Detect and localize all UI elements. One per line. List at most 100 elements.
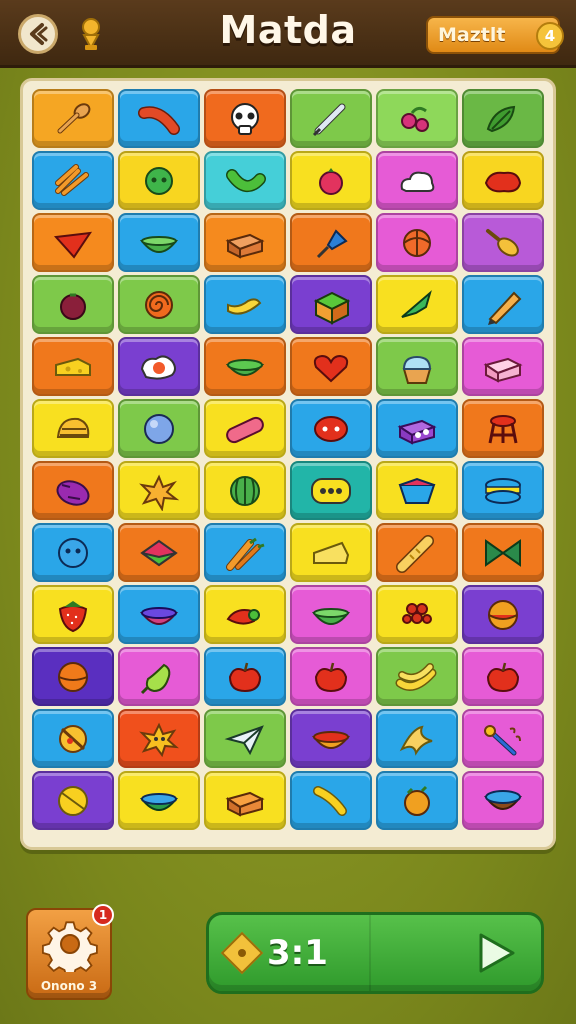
- game-tile[interactable]: [118, 523, 200, 582]
- game-tile[interactable]: [118, 709, 200, 768]
- game-tile[interactable]: [204, 399, 286, 458]
- game-tile[interactable]: [32, 337, 114, 396]
- game-tile[interactable]: [118, 399, 200, 458]
- play-icon[interactable]: [471, 929, 519, 977]
- game-tile[interactable]: [290, 151, 372, 210]
- game-tile[interactable]: [118, 461, 200, 520]
- game-tile[interactable]: [32, 275, 114, 334]
- game-tile[interactable]: [462, 771, 544, 830]
- bonus-count-badge: 4: [536, 22, 564, 50]
- game-tile[interactable]: [118, 213, 200, 272]
- game-tile[interactable]: [204, 275, 286, 334]
- game-tile[interactable]: [290, 647, 372, 706]
- game-tile[interactable]: [204, 585, 286, 644]
- bonus-button[interactable]: Maztlt 4: [426, 16, 564, 54]
- game-tile[interactable]: [376, 771, 458, 830]
- game-tile[interactable]: [204, 461, 286, 520]
- game-tile[interactable]: [204, 523, 286, 582]
- game-tile[interactable]: [32, 585, 114, 644]
- game-tile[interactable]: [290, 461, 372, 520]
- game-tile[interactable]: [204, 151, 286, 210]
- game-tile[interactable]: [118, 771, 200, 830]
- game-tile[interactable]: [204, 647, 286, 706]
- game-tile[interactable]: [290, 213, 372, 272]
- tile-grid: [32, 89, 544, 830]
- game-tile[interactable]: [204, 337, 286, 396]
- game-tile[interactable]: [290, 89, 372, 148]
- game-tile[interactable]: [32, 523, 114, 582]
- game-tile[interactable]: [462, 213, 544, 272]
- game-tile[interactable]: [376, 647, 458, 706]
- settings-button[interactable]: Onono 3 1: [26, 904, 114, 1000]
- game-tile[interactable]: [376, 585, 458, 644]
- egg-icon: [140, 354, 176, 380]
- game-tile[interactable]: [462, 585, 544, 644]
- game-tile[interactable]: [376, 461, 458, 520]
- game-tile[interactable]: [462, 399, 544, 458]
- game-tile[interactable]: [290, 337, 372, 396]
- game-tile[interactable]: [462, 523, 544, 582]
- blue-cup-icon: [484, 789, 522, 810]
- cheese-wedge-icon: [313, 541, 350, 564]
- game-tile[interactable]: [118, 151, 200, 210]
- star-splat-icon: [139, 722, 179, 757]
- game-tile[interactable]: [118, 337, 200, 396]
- pink-box-icon: [483, 357, 523, 383]
- triangle-icon: [53, 231, 93, 259]
- game-tile[interactable]: [376, 399, 458, 458]
- game-tile[interactable]: [376, 275, 458, 334]
- game-tile[interactable]: [32, 399, 114, 458]
- game-tile[interactable]: [462, 709, 544, 768]
- notification-badge: 1: [92, 904, 114, 926]
- game-tile[interactable]: [32, 771, 114, 830]
- syringe-icon: [312, 103, 346, 136]
- game-tile[interactable]: [290, 771, 372, 830]
- game-tile[interactable]: [32, 647, 114, 706]
- banana-icon: [227, 297, 262, 315]
- bottom-bar: Onono 3 1 3:1: [0, 860, 576, 1024]
- red-blob-icon: [484, 171, 522, 192]
- game-tile[interactable]: [462, 647, 544, 706]
- fries-icon: [55, 163, 89, 196]
- game-tile[interactable]: [462, 89, 544, 148]
- game-tile[interactable]: [32, 213, 114, 272]
- arrow-icon: [401, 289, 432, 318]
- game-tile[interactable]: [376, 337, 458, 396]
- game-tile[interactable]: [376, 709, 458, 768]
- game-tile[interactable]: [290, 275, 372, 334]
- pill-icon: [226, 416, 264, 443]
- gear-icon: [42, 921, 98, 972]
- purple-block-icon: [397, 419, 437, 445]
- game-tile[interactable]: [290, 709, 372, 768]
- game-tile[interactable]: [376, 523, 458, 582]
- game-tile[interactable]: [118, 647, 200, 706]
- game-tile[interactable]: [376, 89, 458, 148]
- game-tile[interactable]: [204, 771, 286, 830]
- game-tile[interactable]: [376, 151, 458, 210]
- play-bar[interactable]: 3:1: [206, 912, 544, 994]
- game-tile[interactable]: [32, 461, 114, 520]
- bananas-icon: [395, 662, 437, 691]
- game-tile[interactable]: [462, 275, 544, 334]
- game-tile[interactable]: [462, 151, 544, 210]
- game-tile[interactable]: [204, 89, 286, 148]
- game-tile[interactable]: [290, 523, 372, 582]
- game-tile[interactable]: [290, 399, 372, 458]
- game-tile[interactable]: [32, 151, 114, 210]
- game-tile[interactable]: [32, 89, 114, 148]
- melon-icon: [230, 475, 260, 506]
- green-bowl-icon: [139, 235, 179, 253]
- game-tile[interactable]: [204, 213, 286, 272]
- pin-icon: [316, 228, 348, 258]
- game-tile[interactable]: [204, 709, 286, 768]
- sausage-icon: [138, 105, 180, 135]
- game-tile[interactable]: [118, 275, 200, 334]
- game-tile[interactable]: [118, 89, 200, 148]
- game-tile[interactable]: [32, 709, 114, 768]
- game-tile[interactable]: [462, 337, 544, 396]
- game-tile[interactable]: [118, 585, 200, 644]
- game-tile[interactable]: [376, 213, 458, 272]
- game-tile[interactable]: [462, 461, 544, 520]
- game-tile[interactable]: [290, 585, 372, 644]
- gem-icon: [398, 477, 436, 504]
